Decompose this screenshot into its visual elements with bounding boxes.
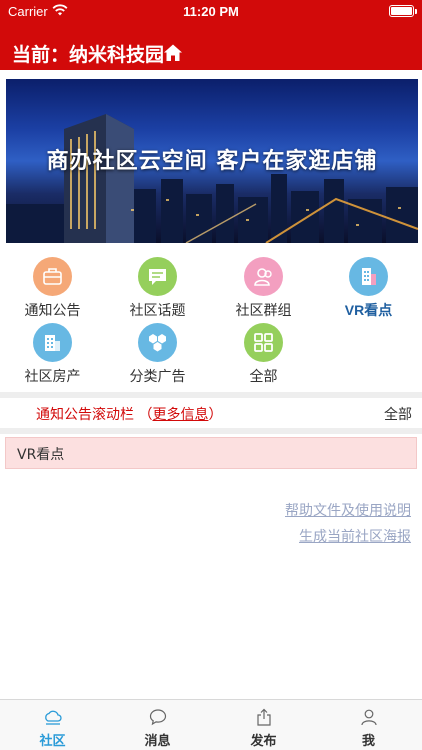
grid-item-topic[interactable]: 社区话题	[105, 257, 210, 325]
tab-label-publish: 发布	[250, 734, 277, 749]
ticker-all-button[interactable]: 全部	[384, 404, 412, 424]
clock: 11:20 PM	[183, 4, 239, 19]
battery-icon	[389, 5, 417, 17]
ticker-text-wrap: 通知公告滚动栏 （更多信息）	[36, 404, 222, 424]
nav-bar: 当前：纳米科技园	[0, 22, 422, 70]
grid-item-vr[interactable]: VR看点	[316, 257, 421, 325]
status-bar: Carrier 11:20 PM	[0, 0, 422, 22]
grid-label-all: 全部	[249, 369, 278, 385]
tab-bar: 社区 消息 发布 我	[0, 699, 422, 750]
property-icon	[33, 323, 72, 362]
grid-item-ads[interactable]: 分类广告	[105, 323, 210, 391]
group-icon	[244, 257, 283, 296]
tab-profile[interactable]: 我	[316, 700, 421, 750]
banner-slogan: 商办社区云空间 客户在家逛店铺	[46, 149, 378, 174]
topic-icon	[138, 257, 177, 296]
grid-item-property[interactable]: 社区房产	[0, 323, 105, 391]
community-icon	[45, 710, 62, 725]
tab-label-message: 消息	[144, 734, 171, 749]
notice-icon	[33, 257, 72, 296]
ads-icon	[138, 323, 177, 362]
banner-image[interactable]: 商办社区云空间 客户在家逛店铺	[6, 79, 418, 243]
ticker-text: 通知公告滚动栏 （	[36, 407, 153, 423]
vr-section-header: VR看点	[5, 437, 417, 469]
grid-label-ads: 分类广告	[129, 369, 186, 385]
tab-community[interactable]: 社区	[0, 700, 105, 750]
grid-item-all[interactable]: 全部	[211, 323, 316, 391]
divider	[0, 428, 422, 434]
home-icon[interactable]	[163, 43, 183, 63]
generate-poster-link[interactable]: 生成当前社区海报	[299, 526, 411, 546]
grid-label-property: 社区房产	[24, 369, 81, 385]
grid-item-notice[interactable]: 通知公告	[0, 257, 105, 325]
tab-message[interactable]: 消息	[105, 700, 210, 750]
tab-label-community: 社区	[39, 734, 66, 749]
grid-label-group: 社区群组	[235, 303, 292, 319]
grid-item-group[interactable]: 社区群组	[211, 257, 316, 325]
message-icon	[149, 709, 167, 726]
tab-label-profile: 我	[361, 734, 375, 749]
help-docs-link[interactable]: 帮助文件及使用说明	[285, 500, 411, 520]
more-info-link[interactable]: 更多信息	[152, 407, 208, 423]
ticker-close: ）	[208, 407, 223, 423]
current-community-title[interactable]: 当前：纳米科技园	[12, 40, 164, 67]
publish-icon	[257, 708, 271, 726]
profile-icon	[361, 709, 377, 726]
tab-publish[interactable]: 发布	[211, 700, 316, 750]
notice-ticker: 通知公告滚动栏 （更多信息） 全部	[0, 400, 422, 428]
grid-label-vr: VR看点	[344, 302, 393, 318]
all-grid-icon	[244, 323, 283, 362]
grid-label-topic: 社区话题	[129, 303, 186, 319]
grid-label-notice: 通知公告	[24, 303, 81, 319]
divider	[0, 392, 422, 398]
vr-building-icon	[349, 257, 388, 296]
section-title: VR看点	[17, 447, 65, 463]
